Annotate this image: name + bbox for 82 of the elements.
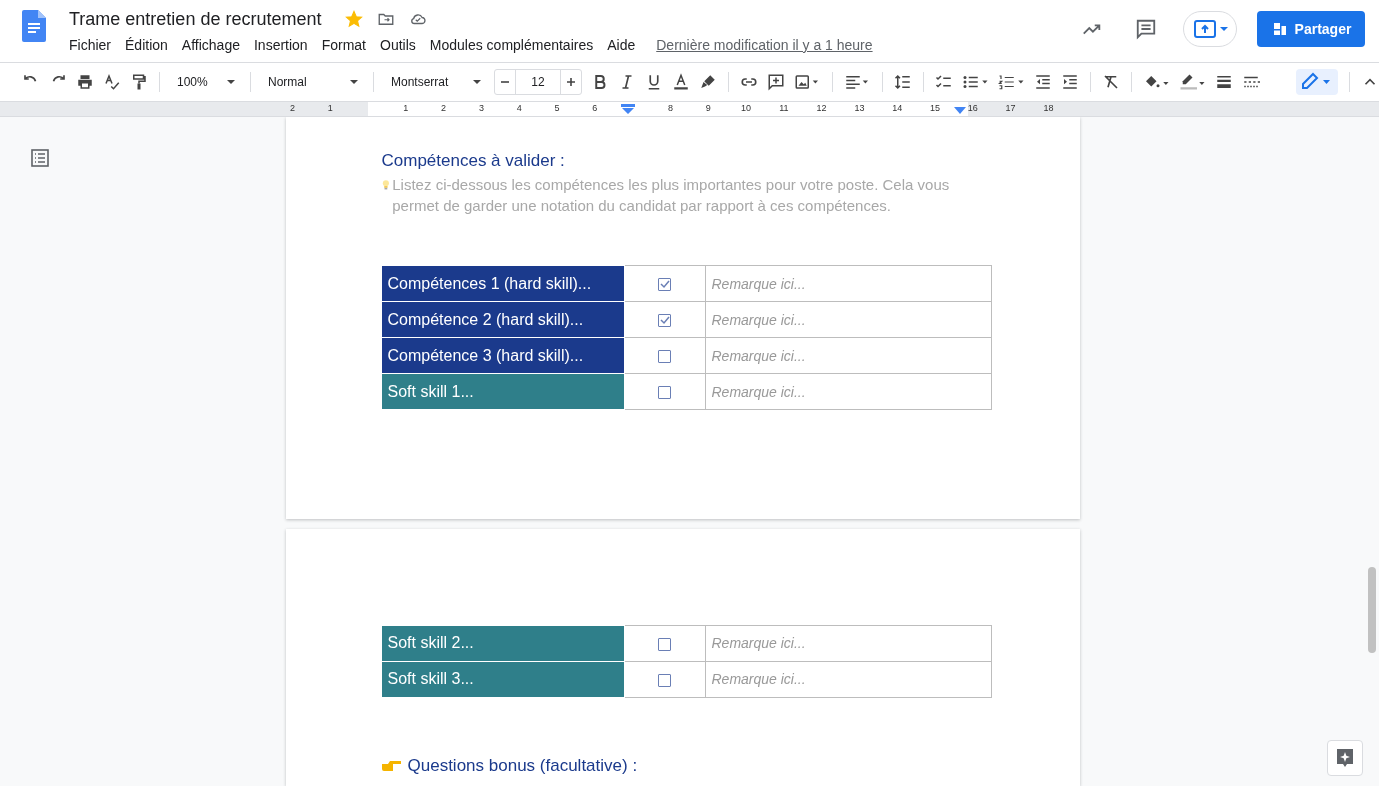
clear-formatting-icon[interactable] [1102,73,1120,91]
decrease-indent-icon[interactable] [1034,73,1052,91]
skill-cell: Soft skill 1... [381,373,624,410]
highlighter-icon[interactable] [699,73,717,91]
menu-item[interactable]: Format [321,37,366,53]
checkbox[interactable] [658,385,671,399]
share-button[interactable]: Partager [1257,11,1365,47]
ruler-number: 3 [477,103,485,113]
section-heading: Compétences à valider : [381,151,566,171]
remark-cell: Remarque ici... [705,337,991,374]
ruler-number: 5 [553,103,561,113]
text-color-icon[interactable] [672,73,690,91]
print-icon[interactable] [76,73,94,91]
ruler-number: 8 [666,103,674,113]
ruler-number: 10 [740,103,752,113]
menu-item[interactable]: Modules complémentaires [429,37,594,53]
explore-button[interactable] [1327,740,1363,776]
menu-item[interactable]: Affichage [181,37,240,53]
add-comment-icon[interactable] [767,73,785,91]
sparkle-icon [1336,748,1354,768]
border-width-icon[interactable] [1215,73,1233,91]
skill-cell: Compétences 1 (hard skill)... [381,265,624,302]
menu-item[interactable]: Aide [607,37,636,53]
star-icon[interactable] [345,10,364,28]
ruler-number: 13 [853,103,866,113]
checkbox[interactable] [658,277,671,291]
ruler-number: 18 [1042,103,1055,113]
ruler-number: 1 [326,103,334,113]
menu-item[interactable]: Insertion [253,37,308,53]
border-color-icon[interactable] [1179,73,1206,91]
comment-icon[interactable] [1135,18,1157,40]
scrollbar[interactable] [1368,567,1376,653]
ruler-number: 11 [778,103,790,113]
remark-cell: Remarque ici... [705,301,991,338]
right-indent-marker-icon[interactable] [954,107,966,114]
skill-cell: Soft skill 3... [381,661,624,698]
checkbox[interactable] [658,349,671,363]
menu-item[interactable]: Outils [380,37,416,53]
skill-cell: Compétence 2 (hard skill)... [381,301,624,338]
docs-logo-icon[interactable] [22,10,46,42]
last-modified-link[interactable]: Dernière modification il y a 1 heure [656,37,873,53]
editing-mode-button[interactable] [1296,69,1338,95]
ruler-number: 1 [402,103,410,113]
ruler-number: 17 [1004,103,1017,113]
pointing-hand-icon [381,759,402,772]
checkbox[interactable] [658,637,671,651]
ruler-number: 2 [288,103,296,113]
increase-indent-icon[interactable] [1061,73,1079,91]
ruler-number: 2 [440,103,448,113]
numbered-list-icon[interactable] [998,73,1025,91]
present-icon [1194,19,1230,39]
document-title[interactable]: Trame entretien de recrutement [69,8,322,30]
remark-cell: Remarque ici... [705,373,991,410]
style-dropdown[interactable]: Normal [262,69,362,95]
remark-cell: Remarque ici... [705,625,991,662]
skill-cell: Soft skill 2... [381,625,624,662]
ruler-number: 14 [891,103,904,113]
ruler-number: 4 [515,103,523,113]
remark-cell: Remarque ici... [705,661,991,698]
indent-marker-icon[interactable] [621,104,635,114]
plus-icon [566,77,576,87]
ruler-number: 12 [815,103,828,113]
menu-item[interactable]: Fichier [69,37,111,53]
checkbox[interactable] [658,673,671,687]
menu-item[interactable]: Édition [125,37,168,53]
font-dropdown[interactable]: Montserrat [385,69,485,95]
checkbox[interactable] [658,313,671,327]
paint-format-icon[interactable] [130,73,148,91]
ruler-number: 16 [966,103,979,113]
bulleted-list-icon[interactable] [962,73,989,91]
intro-paragraph: Listez ci-dessous les compétences les plus importantes pour votre poste. Cela vous permet de garder une notation du candidat par rapport à ces compétences. [392,175,951,216]
remark-cell: Remarque ici... [705,265,991,302]
ruler-number: 9 [704,103,712,113]
skill-cell: Compétence 3 (hard skill)... [381,337,624,374]
ruler-number: 15 [929,103,941,113]
ruler-number: 6 [591,103,599,113]
outline-icon[interactable] [30,148,50,168]
zoom-dropdown[interactable]: 100% [171,69,239,95]
section-heading: Questions bonus (facultative) : [407,755,638,776]
spellcheck-icon[interactable] [103,73,121,91]
present-button[interactable] [1183,11,1237,47]
line-spacing-icon[interactable] [894,73,912,91]
